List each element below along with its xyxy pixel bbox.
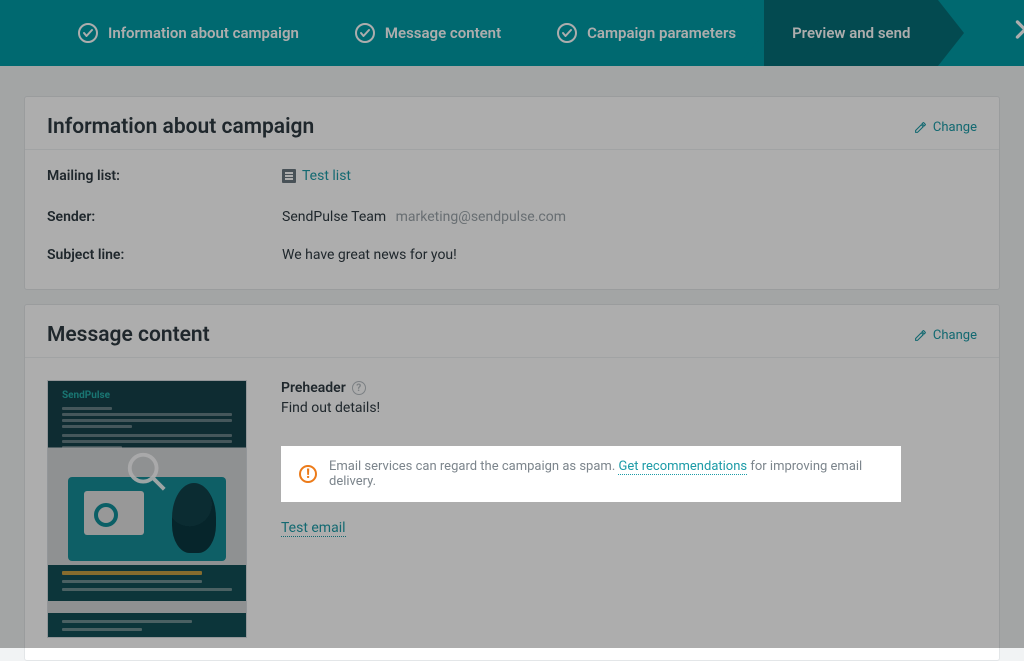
help-icon[interactable]: ? (352, 381, 366, 395)
change-message-link[interactable]: Change (914, 328, 977, 343)
step-label: Preview and send (792, 24, 910, 42)
close-icon[interactable] (1012, 17, 1024, 50)
check-icon (78, 23, 98, 43)
sender-label: Sender: (47, 209, 282, 225)
spam-warning-alert: ! Email services can regard the campaign… (281, 446, 901, 502)
step-label: Campaign parameters (587, 24, 736, 42)
step-information[interactable]: Information about campaign (50, 0, 327, 66)
get-recommendations-link[interactable]: Get recommendations (618, 459, 747, 475)
page-content: Information about campaign Change Mailin… (0, 66, 1024, 661)
check-icon (355, 23, 375, 43)
subject-label: Subject line: (47, 247, 282, 263)
progress-stepper: Information about campaign Message conte… (0, 0, 1024, 66)
change-info-link[interactable]: Change (914, 120, 977, 135)
info-card-title: Information about campaign (47, 115, 314, 139)
step-label: Message content (385, 24, 501, 42)
check-icon (557, 23, 577, 43)
email-preview-thumbnail[interactable]: SendPulse (47, 380, 247, 638)
info-card: Information about campaign Change Mailin… (24, 96, 1000, 290)
step-campaign-parameters[interactable]: Campaign parameters (529, 0, 764, 66)
change-label: Change (933, 120, 977, 135)
alert-text-before: Email services can regard the campaign a… (329, 459, 618, 474)
mailing-list-value: Test list (302, 168, 351, 184)
preheader-value: Find out details! (281, 400, 977, 416)
step-message-content[interactable]: Message content (327, 0, 529, 66)
message-content-card: Message content Change SendPulse (24, 304, 1000, 661)
preheader-label: Preheader ? (281, 380, 977, 396)
mailing-list-label: Mailing list: (47, 168, 282, 187)
message-card-title: Message content (47, 323, 210, 347)
change-label: Change (933, 328, 977, 343)
test-email-link[interactable]: Test email (281, 520, 346, 537)
sender-email: marketing@sendpulse.com (396, 209, 566, 225)
sender-name: SendPulse Team (282, 209, 386, 225)
mailing-list-link[interactable]: Test list (282, 168, 351, 184)
address-book-icon (282, 169, 296, 183)
magnify-icon (124, 449, 170, 495)
step-label: Information about campaign (108, 24, 299, 42)
subject-value: We have great news for you! (282, 247, 977, 263)
step-preview-send[interactable]: Preview and send (764, 0, 938, 66)
warning-icon: ! (299, 465, 317, 483)
